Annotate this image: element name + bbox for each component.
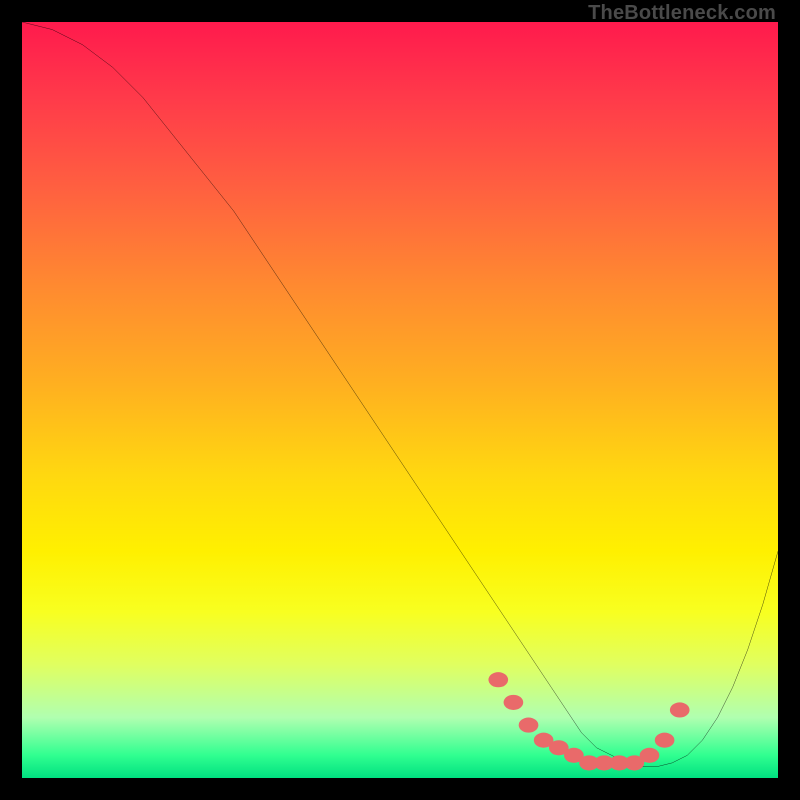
bottleneck-curve — [22, 22, 778, 767]
marker-dot — [655, 733, 675, 748]
plot-area — [22, 22, 778, 778]
marker-dot — [519, 718, 539, 733]
chart-frame: TheBottleneck.com — [0, 0, 800, 800]
marker-dot — [670, 702, 690, 717]
curve-layer — [22, 22, 778, 778]
watermark-text: TheBottleneck.com — [588, 2, 776, 25]
optimal-markers — [488, 672, 689, 770]
marker-dot — [488, 672, 508, 687]
marker-dot — [640, 748, 660, 763]
marker-dot — [504, 695, 524, 710]
